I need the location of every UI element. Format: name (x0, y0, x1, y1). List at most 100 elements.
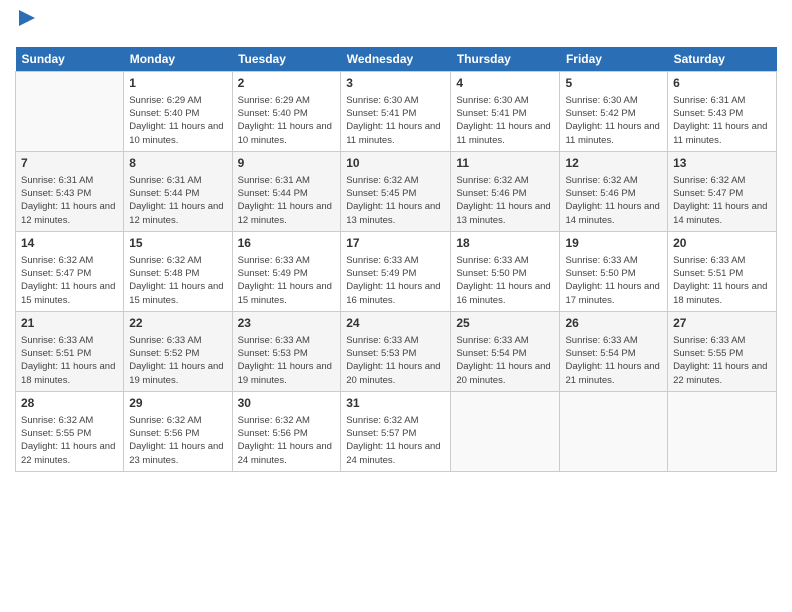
logo-text (15, 10, 37, 39)
day-info: Sunrise: 6:29 AMSunset: 5:40 PMDaylight:… (129, 94, 226, 147)
calendar-cell: 7 Sunrise: 6:31 AMSunset: 5:43 PMDaylight… (16, 152, 124, 232)
col-header-sunday: Sunday (16, 47, 124, 72)
day-info: Sunrise: 6:32 AMSunset: 5:48 PMDaylight:… (129, 254, 226, 307)
header (15, 10, 777, 39)
calendar-cell: 24 Sunrise: 6:33 AMSunset: 5:53 PMDayligh… (341, 312, 451, 392)
day-number: 17 (346, 235, 445, 252)
day-info: Sunrise: 6:33 AMSunset: 5:51 PMDaylight:… (21, 334, 118, 387)
day-number: 1 (129, 75, 226, 92)
logo (15, 10, 37, 39)
calendar-cell: 9Sunrise: 6:31 AMSunset: 5:44 PMDaylight… (232, 152, 341, 232)
day-info: Sunrise: 6:33 AMSunset: 5:49 PMDaylight:… (238, 254, 336, 307)
day-info: Sunrise: 6:33 AMSunset: 5:54 PMDaylight:… (565, 334, 662, 387)
day-number: 28 (21, 395, 118, 412)
day-info: Sunrise: 6:32 AMSunset: 5:56 PMDaylight:… (129, 414, 226, 467)
day-info: Sunrise: 6:32 AMSunset: 5:56 PMDaylight:… (238, 414, 336, 467)
day-number: 24 (346, 315, 445, 332)
calendar-header-row: SundayMondayTuesdayWednesdayThursdayFrid… (16, 47, 777, 72)
col-header-saturday: Saturday (668, 47, 777, 72)
day-number: 10 (346, 155, 445, 172)
day-number: 29 (129, 395, 226, 412)
calendar-week-row: 1 Sunrise: 6:29 AMSunset: 5:40 PMDaylight… (16, 72, 777, 152)
day-number: 19 (565, 235, 662, 252)
page-container: SundayMondayTuesdayWednesdayThursdayFrid… (0, 0, 792, 482)
calendar-cell (560, 392, 668, 472)
calendar-cell: 15 Sunrise: 6:32 AMSunset: 5:48 PMDayligh… (124, 232, 232, 312)
calendar-week-row: 7 Sunrise: 6:31 AMSunset: 5:43 PMDaylight… (16, 152, 777, 232)
day-number: 11 (456, 155, 554, 172)
calendar-cell: 1 Sunrise: 6:29 AMSunset: 5:40 PMDaylight… (124, 72, 232, 152)
day-number: 6 (673, 75, 771, 92)
calendar-cell: 25Sunrise: 6:33 AMSunset: 5:54 PMDayligh… (451, 312, 560, 392)
calendar-cell: 26 Sunrise: 6:33 AMSunset: 5:54 PMDayligh… (560, 312, 668, 392)
day-info: Sunrise: 6:31 AMSunset: 5:44 PMDaylight:… (129, 174, 226, 227)
day-info: Sunrise: 6:32 AMSunset: 5:45 PMDaylight:… (346, 174, 445, 227)
day-number: 16 (238, 235, 336, 252)
calendar-cell: 20Sunrise: 6:33 AMSunset: 5:51 PMDayligh… (668, 232, 777, 312)
col-header-monday: Monday (124, 47, 232, 72)
calendar-cell: 10 Sunrise: 6:32 AMSunset: 5:45 PMDayligh… (341, 152, 451, 232)
day-info: Sunrise: 6:31 AMSunset: 5:43 PMDaylight:… (21, 174, 118, 227)
day-info: Sunrise: 6:32 AMSunset: 5:47 PMDaylight:… (21, 254, 118, 307)
calendar-cell: 31Sunrise: 6:32 AMSunset: 5:57 PMDayligh… (341, 392, 451, 472)
calendar-cell: 5 Sunrise: 6:30 AMSunset: 5:42 PMDaylight… (560, 72, 668, 152)
calendar-cell: 16 Sunrise: 6:33 AMSunset: 5:49 PMDayligh… (232, 232, 341, 312)
calendar-cell (16, 72, 124, 152)
day-info: Sunrise: 6:31 AMSunset: 5:43 PMDaylight:… (673, 94, 771, 147)
day-info: Sunrise: 6:30 AMSunset: 5:42 PMDaylight:… (565, 94, 662, 147)
calendar-cell: 19 Sunrise: 6:33 AMSunset: 5:50 PMDayligh… (560, 232, 668, 312)
day-number: 7 (21, 155, 118, 172)
col-header-wednesday: Wednesday (341, 47, 451, 72)
day-info: Sunrise: 6:30 AMSunset: 5:41 PMDaylight:… (456, 94, 554, 147)
day-info: Sunrise: 6:32 AMSunset: 5:46 PMDaylight:… (456, 174, 554, 227)
day-info: Sunrise: 6:33 AMSunset: 5:49 PMDaylight:… (346, 254, 445, 307)
calendar-cell: 27Sunrise: 6:33 AMSunset: 5:55 PMDayligh… (668, 312, 777, 392)
calendar-cell: 8 Sunrise: 6:31 AMSunset: 5:44 PMDaylight… (124, 152, 232, 232)
day-number: 5 (565, 75, 662, 92)
calendar-cell: 28 Sunrise: 6:32 AMSunset: 5:55 PMDayligh… (16, 392, 124, 472)
day-number: 18 (456, 235, 554, 252)
day-info: Sunrise: 6:30 AMSunset: 5:41 PMDaylight:… (346, 94, 445, 147)
day-info: Sunrise: 6:32 AMSunset: 5:55 PMDaylight:… (21, 414, 118, 467)
day-info: Sunrise: 6:32 AMSunset: 5:47 PMDaylight:… (673, 174, 771, 227)
col-header-tuesday: Tuesday (232, 47, 341, 72)
calendar-cell (451, 392, 560, 472)
day-number: 26 (565, 315, 662, 332)
day-number: 12 (565, 155, 662, 172)
col-header-friday: Friday (560, 47, 668, 72)
day-number: 22 (129, 315, 226, 332)
day-number: 4 (456, 75, 554, 92)
calendar-cell: 11 Sunrise: 6:32 AMSunset: 5:46 PMDayligh… (451, 152, 560, 232)
col-header-thursday: Thursday (451, 47, 560, 72)
day-number: 8 (129, 155, 226, 172)
calendar-cell: 29 Sunrise: 6:32 AMSunset: 5:56 PMDayligh… (124, 392, 232, 472)
logo-flag-icon (17, 10, 37, 34)
calendar-cell: 22Sunrise: 6:33 AMSunset: 5:52 PMDayligh… (124, 312, 232, 392)
day-info: Sunrise: 6:33 AMSunset: 5:53 PMDaylight:… (238, 334, 336, 387)
day-info: Sunrise: 6:33 AMSunset: 5:53 PMDaylight:… (346, 334, 445, 387)
day-info: Sunrise: 6:33 AMSunset: 5:50 PMDaylight:… (565, 254, 662, 307)
day-number: 23 (238, 315, 336, 332)
calendar-cell: 30 Sunrise: 6:32 AMSunset: 5:56 PMDayligh… (232, 392, 341, 472)
calendar-week-row: 14 Sunrise: 6:32 AMSunset: 5:47 PMDayligh… (16, 232, 777, 312)
day-number: 21 (21, 315, 118, 332)
calendar-cell: 2 Sunrise: 6:29 AMSunset: 5:40 PMDaylight… (232, 72, 341, 152)
day-info: Sunrise: 6:33 AMSunset: 5:55 PMDaylight:… (673, 334, 771, 387)
day-number: 14 (21, 235, 118, 252)
calendar-cell (668, 392, 777, 472)
calendar-cell: 4 Sunrise: 6:30 AMSunset: 5:41 PMDaylight… (451, 72, 560, 152)
day-number: 2 (238, 75, 336, 92)
calendar-week-row: 28 Sunrise: 6:32 AMSunset: 5:55 PMDayligh… (16, 392, 777, 472)
calendar-cell: 21 Sunrise: 6:33 AMSunset: 5:51 PMDayligh… (16, 312, 124, 392)
day-info: Sunrise: 6:33 AMSunset: 5:50 PMDaylight:… (456, 254, 554, 307)
day-number: 13 (673, 155, 771, 172)
calendar-cell: 23 Sunrise: 6:33 AMSunset: 5:53 PMDayligh… (232, 312, 341, 392)
day-number: 15 (129, 235, 226, 252)
day-info: Sunrise: 6:31 AMSunset: 5:44 PMDaylight:… (238, 174, 336, 227)
calendar-cell: 6 Sunrise: 6:31 AMSunset: 5:43 PMDaylight… (668, 72, 777, 152)
day-info: Sunrise: 6:32 AMSunset: 5:46 PMDaylight:… (565, 174, 662, 227)
day-number: 30 (238, 395, 336, 412)
day-info: Sunrise: 6:29 AMSunset: 5:40 PMDaylight:… (238, 94, 336, 147)
calendar-cell: 12 Sunrise: 6:32 AMSunset: 5:46 PMDayligh… (560, 152, 668, 232)
calendar-cell: 13 Sunrise: 6:32 AMSunset: 5:47 PMDayligh… (668, 152, 777, 232)
